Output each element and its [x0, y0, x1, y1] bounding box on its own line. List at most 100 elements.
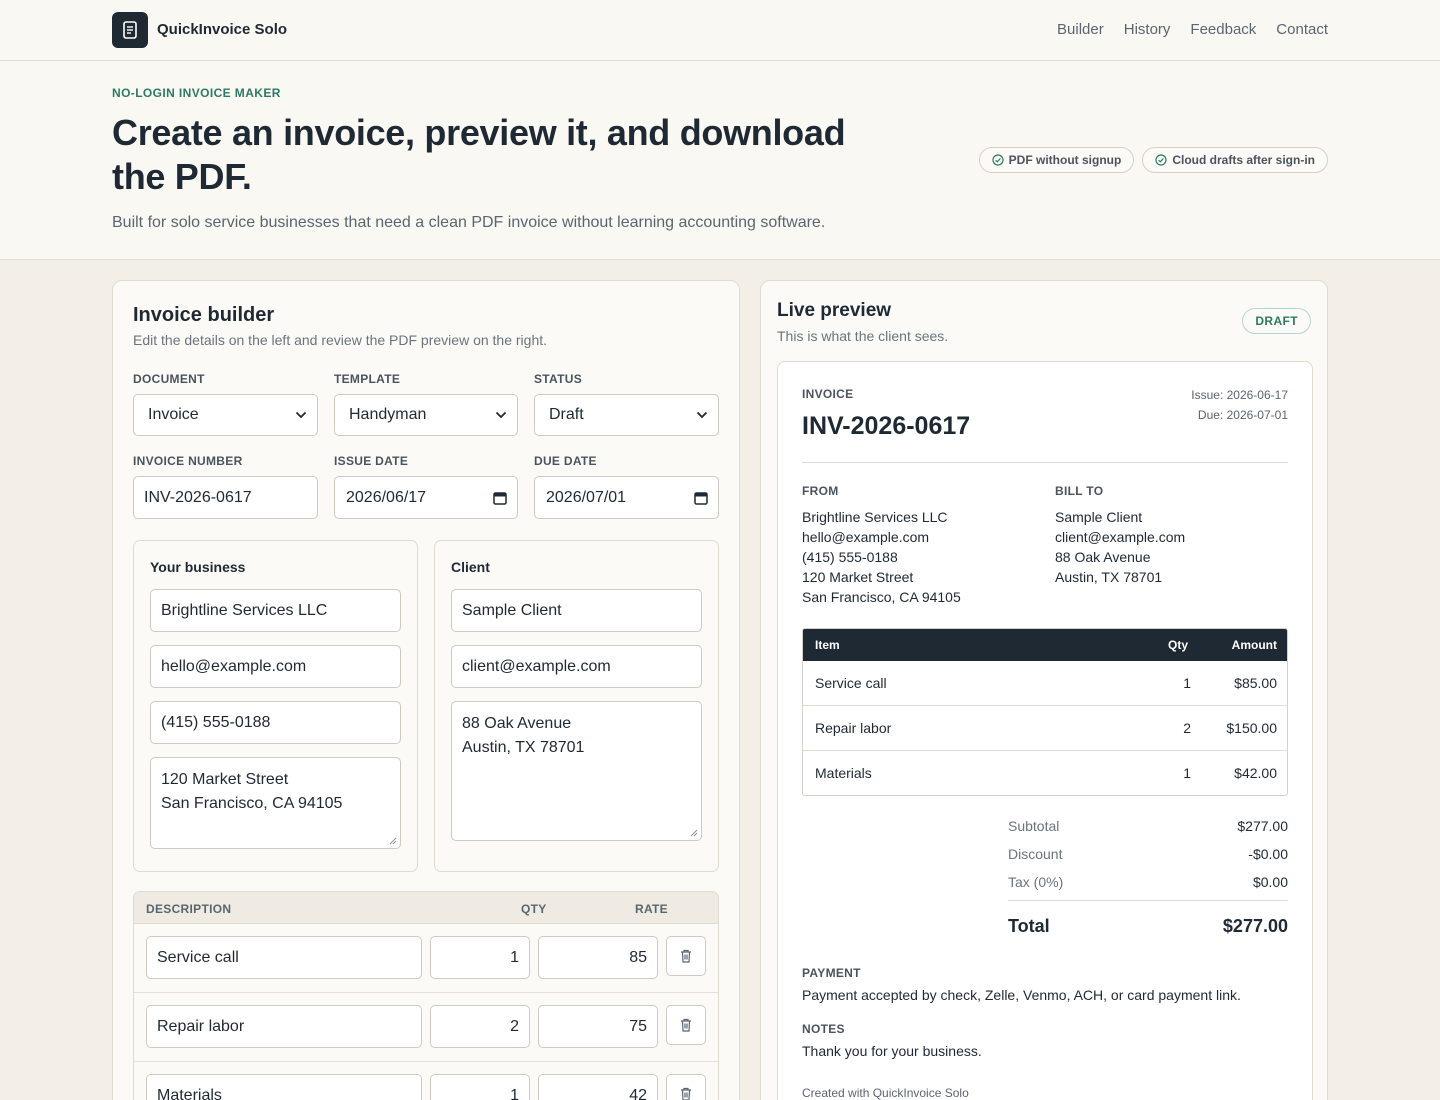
from-line: Brightline Services LLC — [802, 509, 948, 525]
total-label: Total — [1008, 916, 1050, 936]
calendar-icon[interactable] — [694, 491, 708, 505]
chevron-down-icon — [295, 411, 307, 419]
total-value: $277.00 — [1222, 916, 1288, 936]
logo[interactable] — [112, 12, 148, 48]
status-label: STATUS — [534, 372, 583, 386]
template-select-value: Handyman — [349, 406, 427, 423]
due-date-label: DUE DATE — [534, 454, 597, 468]
calendar-icon[interactable] — [493, 491, 507, 505]
pill-pdf: PDF without signup — [978, 147, 1135, 173]
row-item: Materials — [815, 765, 872, 781]
bill-to-line: Austin, TX 78701 — [1055, 569, 1163, 585]
bill-to-line: 88 Oak Avenue — [1055, 549, 1151, 565]
client-name-input[interactable]: Sample Client — [451, 589, 702, 632]
template-select[interactable]: Handyman — [334, 394, 518, 436]
created-with-footer: Created with QuickInvoice Solo — [802, 1086, 969, 1100]
bill-to-line: Sample Client — [1055, 509, 1143, 525]
invoice-number-input[interactable]: INV-2026-0617 — [133, 476, 318, 519]
business-email-input[interactable]: hello@example.com — [150, 645, 401, 688]
nav-history[interactable]: History — [1124, 21, 1171, 38]
tax-label: Tax (0%) — [1008, 874, 1064, 890]
item-qty-input[interactable]: 2 — [430, 1005, 530, 1048]
item-qty-input[interactable]: 1 — [430, 936, 530, 979]
page-title: Create an invoice, preview it, and downl… — [112, 112, 846, 197]
hero-eyebrow: NO-LOGIN INVOICE MAKER — [112, 86, 281, 100]
invoice-document: INVOICE INV-2026-0617 Issue: 2026-06-17 … — [777, 361, 1313, 1100]
check-circle-icon — [1155, 154, 1167, 166]
feature-pills: PDF without signup Cloud drafts after si… — [978, 147, 1328, 173]
nav-feedback[interactable]: Feedback — [1190, 21, 1256, 38]
table-row: Materials 1 $42.00 — [803, 751, 1287, 795]
from-line: 120 Market Street — [802, 569, 914, 585]
due-date-value: 2026/07/01 — [546, 488, 627, 506]
pill-pdf-label: PDF without signup — [1008, 153, 1122, 167]
from-block: Brightline Services LLC hello@example.co… — [802, 507, 961, 607]
client-heading: Client — [451, 559, 490, 575]
brand-name[interactable]: QuickInvoice Solo — [157, 21, 287, 38]
bill-to-block: Sample Client client@example.com 88 Oak … — [1055, 507, 1185, 587]
issue-date-value: 2026/06/17 — [346, 488, 427, 506]
issue-date-input[interactable]: 2026/06/17 — [334, 476, 518, 519]
chevron-down-icon — [696, 411, 708, 419]
preview-title: Live preview — [777, 300, 892, 321]
item-rate-input[interactable]: 85 — [538, 936, 658, 979]
line-item-row: Materials 1 42 — [134, 1062, 718, 1100]
document-select[interactable]: Invoice — [133, 394, 318, 436]
item-description-input[interactable]: Materials — [146, 1074, 422, 1100]
nav-contact[interactable]: Contact — [1276, 21, 1328, 38]
business-panel: Your business Brightline Services LLC he… — [133, 540, 418, 872]
qty-column-header: Qty — [1168, 638, 1189, 652]
live-preview-card: Live preview This is what the client see… — [760, 280, 1328, 1100]
resize-grip-icon[interactable] — [690, 829, 698, 837]
status-select[interactable]: Draft — [534, 394, 719, 436]
business-heading: Your business — [150, 559, 246, 575]
item-rate-input[interactable]: 42 — [538, 1074, 658, 1100]
nav-builder[interactable]: Builder — [1057, 21, 1104, 38]
payment-label: PAYMENT — [802, 966, 861, 980]
row-qty: 1 — [1183, 675, 1191, 691]
bill-to-label: BILL TO — [1055, 484, 1104, 498]
client-panel: Client Sample Client client@example.com … — [434, 540, 719, 872]
from-line: San Francisco, CA 94105 — [802, 589, 961, 605]
row-item: Repair labor — [815, 720, 892, 736]
status-select-value: Draft — [549, 406, 584, 423]
issue-date-text: Issue: 2026-06-17 — [1191, 388, 1288, 402]
trash-icon — [681, 949, 691, 963]
rate-column-header: RATE — [635, 902, 668, 916]
main-nav: Builder History Feedback Contact — [1057, 21, 1328, 38]
notes-text: Thank you for your business. — [802, 1043, 982, 1059]
subtotal-value: $277.00 — [1237, 818, 1288, 834]
business-address-textarea[interactable]: 120 Market Street San Francisco, CA 9410… — [150, 757, 401, 849]
business-name-input[interactable]: Brightline Services LLC — [150, 589, 401, 632]
client-email-input[interactable]: client@example.com — [451, 645, 702, 688]
resize-grip-icon[interactable] — [389, 837, 397, 845]
table-header: Item Qty Amount — [803, 629, 1287, 661]
line-item-row: Service call 1 85 — [134, 924, 718, 993]
client-address-textarea[interactable]: 88 Oak Avenue Austin, TX 78701 — [451, 701, 702, 841]
amount-column-header: Amount — [1231, 638, 1277, 652]
delete-item-button[interactable] — [666, 1074, 706, 1100]
description-column-header: DESCRIPTION — [146, 902, 232, 916]
from-label: FROM — [802, 484, 839, 498]
status-badge: DRAFT — [1242, 308, 1311, 334]
delete-item-button[interactable] — [666, 1005, 706, 1045]
issue-date-label: ISSUE DATE — [334, 454, 409, 468]
preview-invoice-number: INV-2026-0617 — [802, 412, 971, 440]
tax-value: $0.00 — [1252, 874, 1288, 890]
business-phone-input[interactable]: (415) 555-0188 — [150, 701, 401, 744]
preview-items-table: Item Qty Amount Service call 1 $85.00 Re… — [802, 628, 1288, 796]
item-qty-input[interactable]: 1 — [430, 1074, 530, 1100]
item-description-input[interactable]: Service call — [146, 936, 422, 979]
client-address-value: 88 Oak Avenue Austin, TX 78701 — [462, 715, 585, 756]
notes-label: NOTES — [802, 1022, 845, 1036]
item-rate-input[interactable]: 75 — [538, 1005, 658, 1048]
due-date-input[interactable]: 2026/07/01 — [534, 476, 719, 519]
from-line: (415) 555-0188 — [802, 549, 898, 565]
subtotal-label: Subtotal — [1008, 818, 1060, 834]
check-circle-icon — [992, 154, 1004, 166]
payment-text: Payment accepted by check, Zelle, Venmo,… — [802, 987, 1241, 1003]
delete-item-button[interactable] — [666, 936, 706, 976]
item-description-input[interactable]: Repair labor — [146, 1005, 422, 1048]
from-line: hello@example.com — [802, 529, 930, 545]
row-qty: 2 — [1183, 720, 1191, 736]
